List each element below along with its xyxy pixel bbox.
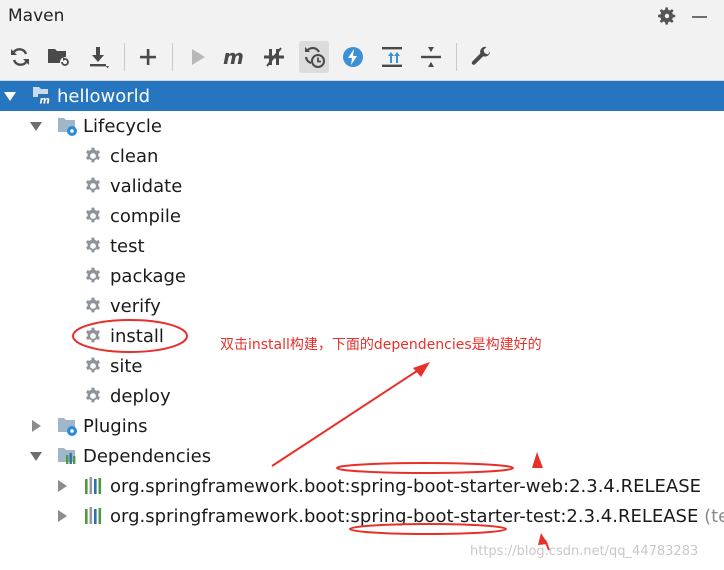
m-icon: m [223, 46, 244, 68]
maven-panel-header: Maven [0, 0, 724, 34]
expand-arrow-icon[interactable] [58, 480, 67, 492]
skip-tests-icon [304, 46, 325, 68]
generate-sources-button[interactable] [44, 41, 74, 73]
dependency-item[interactable]: org.springframework.boot:spring-boot-sta… [0, 471, 724, 501]
tree-node-plugins[interactable]: Plugins [0, 411, 724, 441]
lifecycle-phase-clean[interactable]: clean [0, 141, 724, 171]
toggle-offline-mode-button[interactable] [259, 41, 289, 73]
maven-settings-button[interactable] [466, 41, 496, 73]
download-sources-button[interactable] [84, 41, 114, 73]
folder-gear-icon [58, 118, 77, 136]
maven-toolbar: m [0, 34, 724, 81]
lifecycle-phase-deploy[interactable]: deploy [0, 381, 724, 411]
reload-all-projects-button[interactable] [5, 41, 35, 73]
wrench-icon [471, 46, 491, 65]
dependencies-label: Dependencies [83, 445, 212, 467]
expand-arrow-icon[interactable] [58, 510, 67, 522]
toolbar-separator [124, 43, 125, 71]
phase-label: deploy [110, 385, 171, 407]
dependency-label-group: org.springframework.boot:spring-boot-sta… [110, 506, 724, 527]
play-icon [192, 49, 205, 65]
gear-icon [86, 357, 100, 373]
phase-label: clean [110, 145, 159, 167]
expand-icon [421, 47, 441, 67]
panel-title: Maven [8, 6, 65, 26]
gear-icon [86, 147, 100, 163]
collapse-arrow-icon[interactable] [4, 92, 16, 101]
phase-label: site [110, 355, 143, 377]
dependency-label: org.springframework.boot:spring-boot-sta… [110, 475, 701, 497]
add-maven-project-button[interactable] [133, 41, 163, 73]
plugins-label: Plugins [83, 415, 148, 437]
collapse-arrow-icon[interactable] [30, 452, 42, 461]
folder-library-icon [58, 448, 76, 464]
maven-module-icon: m [33, 87, 51, 107]
tree-node-lifecycle[interactable]: Lifecycle [0, 111, 724, 141]
toolbar-separator [456, 43, 457, 71]
lifecycle-label: Lifecycle [83, 115, 162, 137]
execute-maven-goal-button[interactable]: m [220, 41, 250, 73]
gear-icon [86, 327, 100, 343]
expand-all-button[interactable] [416, 41, 446, 73]
dependency-label: org.springframework.boot:spring-boot-sta… [110, 505, 699, 527]
tree-node-project[interactable]: m helloworld [0, 81, 724, 111]
phase-label: compile [110, 205, 181, 227]
library-icon [85, 477, 102, 494]
annotation-text: 双击install构建，下面的dependencies是构建好的 [220, 337, 542, 353]
dependency-item[interactable]: org.springframework.boot:spring-boot-sta… [0, 501, 724, 531]
gear-icon [86, 267, 100, 283]
collapse-icon [382, 47, 402, 67]
refresh-icon [11, 48, 29, 66]
offline-icon [264, 47, 284, 67]
lifecycle-phase-verify[interactable]: verify [0, 291, 724, 321]
project-name: helloworld [57, 85, 151, 107]
run-maven-build-button[interactable] [183, 41, 213, 73]
lifecycle-phase-compile[interactable]: compile [0, 201, 724, 231]
expand-arrow-icon[interactable] [32, 420, 41, 432]
skip-tests-button[interactable] [299, 41, 329, 73]
phase-label: test [110, 235, 145, 257]
phase-label: verify [110, 295, 161, 317]
phase-label: validate [110, 175, 183, 197]
svg-text:m: m [223, 46, 244, 68]
phase-label: install [110, 325, 164, 347]
svg-text:m: m [40, 96, 50, 107]
gear-icon [86, 207, 100, 223]
phase-label: package [110, 265, 186, 287]
tree-node-dependencies[interactable]: Dependencies [0, 441, 724, 471]
folder-refresh-icon [48, 49, 70, 67]
show-dependencies-button[interactable] [338, 41, 368, 73]
dependency-scope: (test) [704, 505, 724, 527]
watermark: https://blog.csdn.net/qq_44783283 [470, 544, 699, 559]
gear-icon [86, 237, 100, 253]
gear-icon [86, 177, 100, 193]
lifecycle-phase-test[interactable]: test [0, 231, 724, 261]
gear-icon [86, 387, 100, 403]
gear-icon [86, 297, 100, 313]
gear-icon[interactable] [656, 5, 678, 27]
lightning-icon [343, 47, 363, 67]
toolbar-separator [172, 43, 173, 71]
lifecycle-phase-site[interactable]: site [0, 351, 724, 381]
collapse-all-button[interactable] [377, 41, 407, 73]
folder-gear-icon [58, 418, 77, 436]
download-icon [90, 47, 109, 69]
collapse-arrow-icon[interactable] [30, 122, 42, 131]
lifecycle-phase-validate[interactable]: validate [0, 171, 724, 201]
library-icon [85, 507, 102, 524]
minimize-icon[interactable] [692, 16, 707, 18]
lifecycle-phase-package[interactable]: package [0, 261, 724, 291]
plus-icon [140, 49, 156, 65]
